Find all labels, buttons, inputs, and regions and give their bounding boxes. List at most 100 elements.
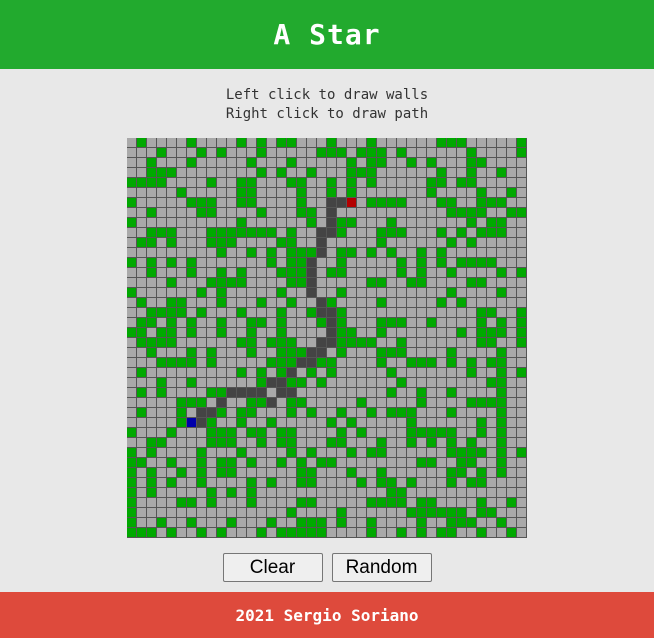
grid-cell[interactable]: [197, 278, 207, 288]
path-cell[interactable]: [317, 308, 327, 318]
wall-cell[interactable]: [387, 478, 397, 488]
grid-cell[interactable]: [187, 208, 197, 218]
grid-cell[interactable]: [227, 368, 237, 378]
wall-cell[interactable]: [477, 208, 487, 218]
wall-cell[interactable]: [137, 388, 147, 398]
grid-cell[interactable]: [487, 348, 497, 358]
wall-cell[interactable]: [207, 388, 217, 398]
grid-cell[interactable]: [127, 378, 137, 388]
grid-cell[interactable]: [447, 318, 457, 328]
wall-cell[interactable]: [297, 458, 307, 468]
grid-cell[interactable]: [137, 438, 147, 448]
grid-cell[interactable]: [297, 168, 307, 178]
wall-cell[interactable]: [477, 228, 487, 238]
wall-cell[interactable]: [367, 408, 377, 418]
grid-cell[interactable]: [487, 138, 497, 148]
wall-cell[interactable]: [367, 198, 377, 208]
grid-cell[interactable]: [257, 178, 267, 188]
wall-cell[interactable]: [337, 318, 347, 328]
grid-cell[interactable]: [357, 258, 367, 268]
grid-cell[interactable]: [417, 378, 427, 388]
grid-cell[interactable]: [357, 298, 367, 308]
grid-cell[interactable]: [197, 378, 207, 388]
grid-cell[interactable]: [187, 388, 197, 398]
grid-cell[interactable]: [187, 298, 197, 308]
grid-cell[interactable]: [247, 368, 257, 378]
grid-cell[interactable]: [287, 208, 297, 218]
wall-cell[interactable]: [487, 398, 497, 408]
wall-cell[interactable]: [287, 408, 297, 418]
wall-cell[interactable]: [497, 318, 507, 328]
wall-cell[interactable]: [497, 228, 507, 238]
path-cell[interactable]: [327, 338, 337, 348]
grid-cell[interactable]: [357, 508, 367, 518]
grid-cell[interactable]: [317, 178, 327, 188]
grid-cell[interactable]: [267, 508, 277, 518]
wall-cell[interactable]: [267, 248, 277, 258]
wall-cell[interactable]: [137, 298, 147, 308]
wall-cell[interactable]: [497, 418, 507, 428]
grid-cell[interactable]: [497, 158, 507, 168]
grid-cell[interactable]: [257, 508, 267, 518]
grid-cell[interactable]: [397, 478, 407, 488]
grid-cell[interactable]: [267, 348, 277, 358]
grid-cell[interactable]: [407, 248, 417, 258]
grid-cell[interactable]: [407, 228, 417, 238]
grid-cell[interactable]: [127, 138, 137, 148]
grid-cell[interactable]: [357, 158, 367, 168]
grid-cell[interactable]: [517, 438, 527, 448]
wall-cell[interactable]: [247, 408, 257, 418]
wall-cell[interactable]: [177, 188, 187, 198]
grid-cell[interactable]: [387, 138, 397, 148]
grid-cell[interactable]: [297, 158, 307, 168]
grid-cell[interactable]: [167, 348, 177, 358]
wall-cell[interactable]: [227, 428, 237, 438]
grid-cell[interactable]: [327, 348, 337, 358]
wall-cell[interactable]: [307, 528, 317, 538]
grid-cell[interactable]: [177, 448, 187, 458]
wall-cell[interactable]: [497, 348, 507, 358]
grid-cell[interactable]: [217, 508, 227, 518]
wall-cell[interactable]: [147, 178, 157, 188]
grid-cell[interactable]: [287, 318, 297, 328]
grid-cell[interactable]: [377, 258, 387, 268]
path-cell[interactable]: [247, 388, 257, 398]
grid-cell[interactable]: [417, 448, 427, 458]
grid-cell[interactable]: [447, 258, 457, 268]
grid-cell[interactable]: [437, 458, 447, 468]
wall-cell[interactable]: [367, 528, 377, 538]
wall-cell[interactable]: [437, 198, 447, 208]
wall-cell[interactable]: [207, 228, 217, 238]
grid-cell[interactable]: [197, 498, 207, 508]
grid-cell[interactable]: [317, 498, 327, 508]
grid-cell[interactable]: [387, 528, 397, 538]
grid-cell[interactable]: [267, 328, 277, 338]
wall-cell[interactable]: [457, 298, 467, 308]
grid-cell[interactable]: [247, 238, 257, 248]
grid-cell[interactable]: [467, 378, 477, 388]
wall-cell[interactable]: [467, 178, 477, 188]
grid-cell[interactable]: [427, 148, 437, 158]
wall-cell[interactable]: [147, 348, 157, 358]
grid-cell[interactable]: [517, 218, 527, 228]
wall-cell[interactable]: [127, 448, 137, 458]
wall-cell[interactable]: [487, 338, 497, 348]
wall-cell[interactable]: [407, 278, 417, 288]
grid-cell[interactable]: [487, 478, 497, 488]
wall-cell[interactable]: [287, 438, 297, 448]
wall-cell[interactable]: [297, 468, 307, 478]
wall-cell[interactable]: [227, 278, 237, 288]
grid-cell[interactable]: [197, 328, 207, 338]
grid-cell[interactable]: [197, 318, 207, 328]
path-cell[interactable]: [217, 398, 227, 408]
wall-cell[interactable]: [207, 348, 217, 358]
wall-cell[interactable]: [207, 488, 217, 498]
grid-cell[interactable]: [427, 228, 437, 238]
grid-cell[interactable]: [377, 138, 387, 148]
grid-cell[interactable]: [517, 418, 527, 428]
grid-cell[interactable]: [477, 248, 487, 258]
grid-cell[interactable]: [267, 278, 277, 288]
grid-cell[interactable]: [247, 418, 257, 428]
grid-cell[interactable]: [467, 268, 477, 278]
grid-cell[interactable]: [127, 238, 137, 248]
